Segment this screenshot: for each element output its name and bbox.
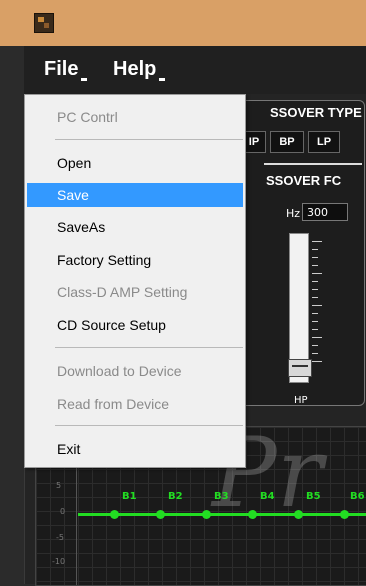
eq-band-point[interactable] xyxy=(156,510,165,519)
menu-item-download-to-device[interactable]: Download to Device xyxy=(27,359,243,383)
eq-tick-label: -10 xyxy=(52,557,66,566)
menu-help[interactable]: Help xyxy=(113,58,166,81)
menu-item-read-from-device[interactable]: Read from Device xyxy=(27,392,243,416)
eq-tick-label: 5 xyxy=(56,481,62,490)
slider-hp-label: HP xyxy=(294,395,308,406)
eq-band-label: B6 xyxy=(350,491,365,502)
crossover-bp-button[interactable]: BP xyxy=(270,131,304,153)
eq-tick-label: -5 xyxy=(56,533,64,542)
menu-item-open[interactable]: Open xyxy=(27,151,243,175)
eq-band-point[interactable] xyxy=(110,510,119,519)
file-menu-dropdown: PC Contrl Open Save SaveAs Factory Setti… xyxy=(24,94,246,468)
crossover-panel: SSOVER TYPE IP BP LP SSOVER FC Hz 300 HP xyxy=(237,100,365,406)
menu-separator xyxy=(55,139,243,140)
frequency-input[interactable]: 300 xyxy=(302,203,348,221)
hz-label: Hz xyxy=(286,207,301,220)
menu-file-label: File xyxy=(44,58,79,80)
menu-help-caret-icon xyxy=(159,78,166,81)
menu-bar: File Help xyxy=(24,46,366,94)
menu-item-cd-source-setup[interactable]: CD Source Setup xyxy=(27,313,243,337)
eq-band-label: B1 xyxy=(122,491,137,502)
menu-item-pc-contrl[interactable]: PC Contrl xyxy=(27,105,243,129)
frequency-slider-knob[interactable] xyxy=(288,359,312,377)
crossover-fc-label: SSOVER FC xyxy=(266,173,342,188)
eq-band-point[interactable] xyxy=(202,510,211,519)
crossover-divider xyxy=(264,163,362,165)
menu-file-caret-icon xyxy=(81,78,88,81)
crossover-type-label: SSOVER TYPE xyxy=(270,105,362,120)
eq-band-point[interactable] xyxy=(294,510,303,519)
menu-item-exit[interactable]: Exit xyxy=(27,437,243,461)
eq-band-point[interactable] xyxy=(248,510,257,519)
app-icon xyxy=(34,13,54,33)
eq-tick-label: 0 xyxy=(60,507,66,516)
title-bar xyxy=(0,0,366,46)
menu-item-save[interactable]: Save xyxy=(27,183,243,207)
menu-item-saveas[interactable]: SaveAs xyxy=(27,215,243,239)
menu-item-factory-setting[interactable]: Factory Setting xyxy=(27,248,243,272)
menu-help-label: Help xyxy=(113,58,157,80)
menu-separator xyxy=(55,347,243,348)
eq-curve xyxy=(78,513,366,516)
eq-band-label: B3 xyxy=(214,491,229,502)
menu-file[interactable]: File xyxy=(44,58,88,81)
eq-band-point[interactable] xyxy=(340,510,349,519)
eq-band-label: B2 xyxy=(168,491,183,502)
eq-band-label: B4 xyxy=(260,491,275,502)
menu-separator xyxy=(55,425,243,426)
menu-item-class-d-amp-setting[interactable]: Class-D AMP Setting xyxy=(27,280,243,304)
crossover-lp-button[interactable]: LP xyxy=(308,131,340,153)
eq-band-label: B5 xyxy=(306,491,321,502)
slider-ticks xyxy=(312,241,322,369)
